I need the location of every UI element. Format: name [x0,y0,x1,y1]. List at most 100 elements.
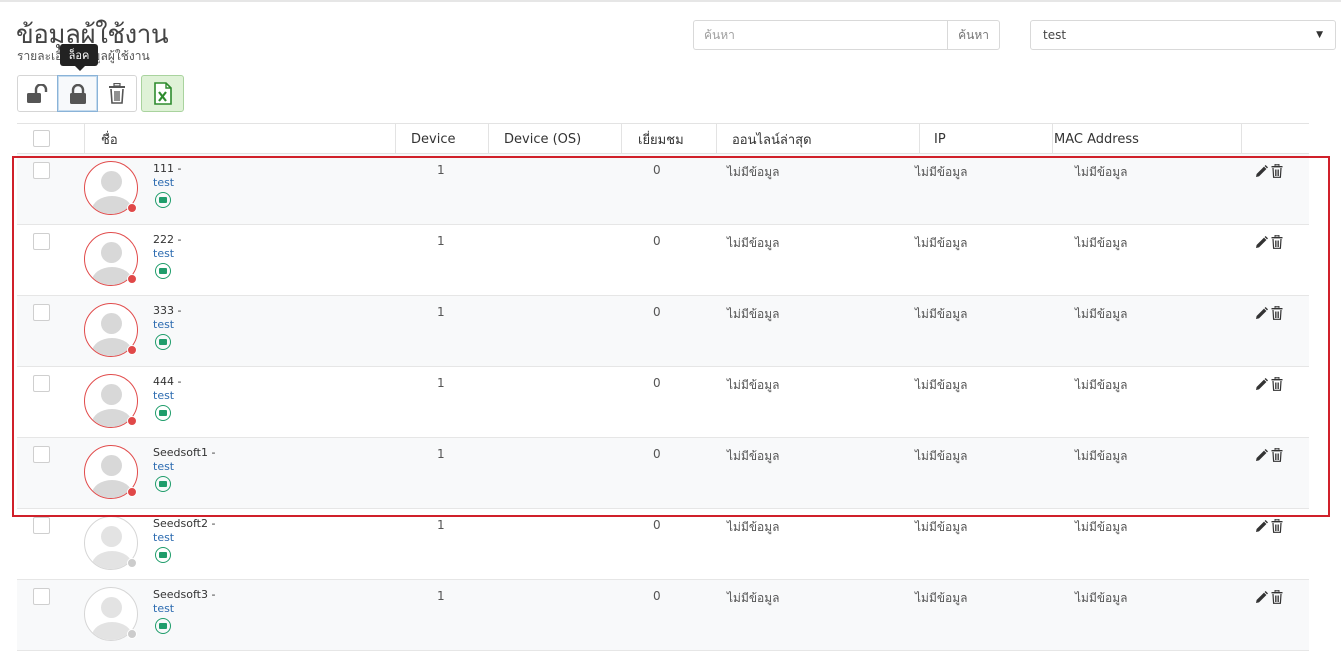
status-dot [127,203,137,213]
mail-icon[interactable] [155,405,171,421]
mail-icon[interactable] [155,547,171,563]
edit-button[interactable] [1254,519,1268,533]
user-table: ชื่อ Device Device (OS) เยี่ยมชม ออนไลน์… [17,123,1309,651]
row-checkbox[interactable] [33,588,50,605]
header-mac-address[interactable]: MAC Address [1052,124,1241,155]
row-checkbox[interactable] [33,375,50,392]
row-actions [1254,590,1284,604]
avatar-head [101,455,122,476]
edit-button[interactable] [1254,235,1268,249]
user-name: Seedsoft3 - [153,588,216,601]
header-name[interactable]: ชื่อ [84,124,395,155]
user-type-link[interactable]: test [153,318,174,331]
user-type-link[interactable]: test [153,602,174,615]
trash-icon [1271,519,1283,533]
row-delete-button[interactable] [1270,235,1284,249]
edit-button[interactable] [1254,377,1268,391]
row-actions [1254,519,1284,533]
user-name: Seedsoft2 - [153,517,216,530]
table-row: Seedsoft1 - test 1 0 ไม่มีข้อมูล ไม่มีข้… [17,438,1309,509]
pencil-icon [1255,235,1268,248]
mac-address: ไม่มีข้อมูล [1075,449,1128,463]
search-button[interactable]: ค้นหา [947,20,1000,50]
device-count: 1 [437,305,445,319]
mac-address: ไม่มีข้อมูล [1075,520,1128,534]
status-dot [127,274,137,284]
status-dot [127,558,137,568]
mac-address: ไม่มีข้อมูล [1075,591,1128,605]
row-checkbox[interactable] [33,517,50,534]
header-ip[interactable]: IP [919,124,1052,155]
table-row: 111 - test 1 0 ไม่มีข้อมูล ไม่มีข้อมูล ไ… [17,154,1309,225]
trash-icon [1271,590,1283,604]
edit-button[interactable] [1254,306,1268,320]
toolbar [17,75,184,112]
last-online: ไม่มีข้อมูล [727,165,780,179]
status-dot [127,416,137,426]
mail-icon[interactable] [155,192,171,208]
mail-icon[interactable] [155,263,171,279]
row-delete-button[interactable] [1270,377,1284,391]
avatar-body [92,267,132,285]
last-online: ไม่มีข้อมูล [727,520,780,534]
row-delete-button[interactable] [1270,590,1284,604]
row-delete-button[interactable] [1270,519,1284,533]
visit-count: 0 [653,163,661,177]
edit-button[interactable] [1254,448,1268,462]
header-device[interactable]: Device [395,124,488,155]
last-online: ไม่มีข้อมูล [727,591,780,605]
select-all-checkbox[interactable] [33,130,50,147]
user-type-link[interactable]: test [153,531,174,544]
row-checkbox[interactable] [33,304,50,321]
avatar-head [101,313,122,334]
user-info-page: ข้อมูลผู้ใช้งาน รายละเอียดข้อมูลผู้ใช้งา… [0,0,1341,654]
avatar-head [101,171,122,192]
row-delete-button[interactable] [1270,306,1284,320]
group-select[interactable]: test ▼ [1030,20,1336,50]
visit-count: 0 [653,234,661,248]
last-online: ไม่มีข้อมูล [727,236,780,250]
user-type-link[interactable]: test [153,389,174,402]
row-checkbox[interactable] [33,162,50,179]
user-type-link[interactable]: test [153,176,174,189]
delete-button[interactable] [97,75,137,112]
edit-button[interactable] [1254,590,1268,604]
user-name: 444 - [153,375,182,388]
trash-icon [1271,235,1283,249]
trash-icon [1271,448,1283,462]
header-device-os[interactable]: Device (OS) [488,124,621,155]
lock-button[interactable] [57,75,98,112]
mac-address: ไม่มีข้อมูล [1075,165,1128,179]
export-excel-button[interactable] [141,75,184,112]
search-input[interactable] [693,20,948,50]
status-dot [127,487,137,497]
pencil-icon [1255,377,1268,390]
mail-icon[interactable] [155,334,171,350]
pencil-icon [1255,590,1268,603]
header-visits[interactable]: เยี่ยมชม [621,124,716,155]
edit-button[interactable] [1254,164,1268,178]
user-type-link[interactable]: test [153,460,174,473]
visit-count: 0 [653,589,661,603]
trash-icon [1271,164,1283,178]
row-actions [1254,235,1284,249]
row-checkbox[interactable] [33,233,50,250]
row-delete-button[interactable] [1270,448,1284,462]
table-row: 222 - test 1 0 ไม่มีข้อมูล ไม่มีข้อมูล ไ… [17,225,1309,296]
header-last-online[interactable]: ออนไลน์ล่าสุด [716,124,919,155]
lock-tooltip: ล็อค [60,44,98,71]
mail-icon[interactable] [155,618,171,634]
row-delete-button[interactable] [1270,164,1284,178]
visit-count: 0 [653,376,661,390]
row-checkbox[interactable] [33,446,50,463]
ip-address: ไม่มีข้อมูล [915,378,968,392]
mail-icon[interactable] [155,476,171,492]
user-type-link[interactable]: test [153,247,174,260]
row-actions [1254,448,1284,462]
device-count: 1 [437,376,445,390]
ip-address: ไม่มีข้อมูล [915,449,968,463]
unlock-button[interactable] [17,75,58,112]
table-row: 444 - test 1 0 ไม่มีข้อมูล ไม่มีข้อมูล ไ… [17,367,1309,438]
trash-icon [109,83,125,104]
top-divider [0,0,1341,2]
